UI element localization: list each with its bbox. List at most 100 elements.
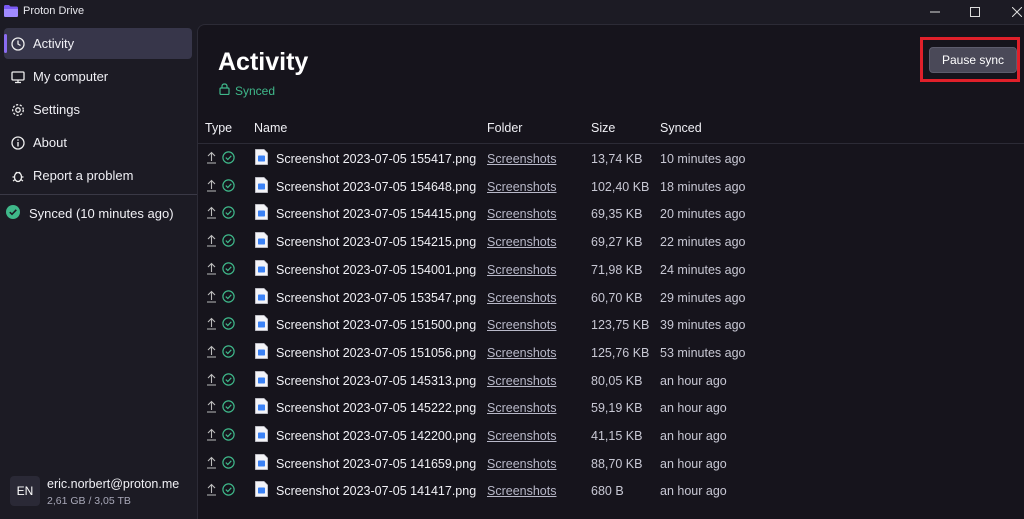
folder-link[interactable]: Screenshots xyxy=(487,207,556,221)
sidebar-item-about[interactable]: About xyxy=(4,127,192,158)
lock-icon xyxy=(219,83,230,98)
sidebar-item-report-problem[interactable]: Report a problem xyxy=(4,160,192,191)
folder-link[interactable]: Screenshots xyxy=(487,484,556,498)
sidebar: Activity My computer Settings About Repo… xyxy=(0,24,197,519)
table-row[interactable]: Screenshot 2023-07-05 151500.png Screensh… xyxy=(198,312,1024,340)
close-button[interactable] xyxy=(994,0,1024,24)
file-name: Screenshot 2023-07-05 154215.png xyxy=(276,235,477,250)
sidebar-item-label: My computer xyxy=(33,69,109,84)
synced-status: Synced xyxy=(219,83,275,98)
table-row[interactable]: Screenshot 2023-07-05 142200.png Screensh… xyxy=(198,423,1024,451)
sidebar-item-settings[interactable]: Settings xyxy=(4,94,192,125)
table-row[interactable]: Screenshot 2023-07-05 154648.png Screensh… xyxy=(198,174,1024,202)
upload-arrow-icon xyxy=(206,483,217,499)
check-circle-icon xyxy=(222,262,235,278)
folder-link[interactable]: Screenshots xyxy=(487,374,556,388)
minimize-icon xyxy=(930,11,940,13)
column-header-size[interactable]: Size xyxy=(591,121,615,135)
folder-link[interactable]: Screenshots xyxy=(487,152,556,166)
synced-time: 22 minutes ago xyxy=(660,235,746,250)
synced-time: an hour ago xyxy=(660,401,727,416)
file-size: 60,70 KB xyxy=(591,290,643,305)
file-size: 13,74 KB xyxy=(591,152,643,166)
sync-status: Synced (10 minutes ago) xyxy=(6,205,174,222)
image-file-icon xyxy=(255,342,268,362)
folder-link[interactable]: Screenshots xyxy=(487,318,556,332)
upload-arrow-icon xyxy=(206,373,217,389)
check-circle-icon xyxy=(222,400,235,416)
sidebar-item-my-computer[interactable]: My computer xyxy=(4,61,192,92)
image-file-icon xyxy=(255,232,268,251)
sidebar-item-label: Activity xyxy=(33,36,75,51)
column-header-folder[interactable]: Folder xyxy=(487,121,522,135)
table-row[interactable]: Screenshot 2023-07-05 141659.png Screensh… xyxy=(198,451,1024,479)
file-size: 680 B xyxy=(591,484,624,499)
folder-link[interactable]: Screenshots xyxy=(487,263,556,277)
file-size: 88,70 KB xyxy=(591,456,643,471)
maximize-button[interactable] xyxy=(952,0,998,24)
folder-link[interactable]: Screenshots xyxy=(487,429,556,443)
file-size: 123,75 KB xyxy=(591,318,650,333)
check-circle-icon xyxy=(222,428,235,444)
sidebar-divider xyxy=(0,194,197,195)
column-header-name[interactable]: Name xyxy=(254,121,287,135)
synced-time: 29 minutes ago xyxy=(660,290,746,305)
image-file-icon xyxy=(255,315,268,334)
title-bar: Proton Drive xyxy=(0,0,1024,24)
upload-arrow-icon xyxy=(206,206,217,222)
clock-icon xyxy=(11,36,25,51)
file-name: Screenshot 2023-07-05 154415.png xyxy=(276,207,477,222)
image-file-icon xyxy=(255,453,268,473)
file-size: 102,40 KB xyxy=(591,179,650,194)
sidebar-item-activity[interactable]: Activity xyxy=(4,28,192,59)
folder-link[interactable]: Screenshots xyxy=(487,401,556,415)
file-name: Screenshot 2023-07-05 151056.png xyxy=(276,345,477,360)
table-row[interactable]: Screenshot 2023-07-05 151056.png Screensh… xyxy=(198,340,1024,368)
folder-link[interactable]: Screenshots xyxy=(487,457,556,471)
file-name: Screenshot 2023-07-05 155417.png xyxy=(276,152,477,166)
sidebar-item-label: Settings xyxy=(33,102,80,117)
file-name: Screenshot 2023-07-05 141659.png xyxy=(276,456,477,471)
close-icon xyxy=(1012,7,1022,17)
table-row[interactable]: Screenshot 2023-07-05 154215.png Screensh… xyxy=(198,229,1024,257)
synced-time: 24 minutes ago xyxy=(660,262,746,277)
check-circle-icon xyxy=(6,205,20,222)
pause-sync-button[interactable]: Pause sync xyxy=(929,47,1017,73)
folder-link[interactable]: Screenshots xyxy=(487,180,556,194)
synced-time: 39 minutes ago xyxy=(660,318,746,333)
check-circle-icon xyxy=(222,206,235,222)
table-row[interactable]: Screenshot 2023-07-05 145313.png Screensh… xyxy=(198,368,1024,396)
check-circle-icon xyxy=(222,178,235,195)
table-row[interactable]: Screenshot 2023-07-05 154001.png Screensh… xyxy=(198,257,1024,285)
column-header-type[interactable]: Type xyxy=(205,121,232,135)
account-email: eric.norbert@proton.me xyxy=(47,477,180,491)
synced-time: an hour ago xyxy=(660,456,727,471)
account-menu[interactable]: EN eric.norbert@proton.me 2,61 GB / 3,05… xyxy=(10,476,195,510)
table-row[interactable]: Screenshot 2023-07-05 155417.png Screensh… xyxy=(198,146,1024,174)
file-name: Screenshot 2023-07-05 145313.png xyxy=(276,373,477,388)
table-row[interactable]: Screenshot 2023-07-05 145222.png Screensh… xyxy=(198,395,1024,423)
check-circle-icon xyxy=(222,151,235,167)
check-circle-icon xyxy=(222,372,235,389)
check-circle-icon xyxy=(222,289,235,306)
table-row[interactable]: Screenshot 2023-07-05 141417.png Screensh… xyxy=(198,478,1024,506)
sync-status-label: Synced (10 minutes ago) xyxy=(29,206,174,221)
upload-arrow-icon xyxy=(206,428,217,444)
synced-status-label: Synced xyxy=(235,83,276,98)
synced-time: an hour ago xyxy=(660,484,727,499)
folder-link[interactable]: Screenshots xyxy=(487,235,556,249)
sidebar-item-label: About xyxy=(33,135,67,150)
file-name: Screenshot 2023-07-05 153547.png xyxy=(276,290,477,305)
check-circle-icon xyxy=(222,345,235,361)
folder-link[interactable]: Screenshots xyxy=(487,346,556,360)
image-file-icon xyxy=(255,370,268,390)
proton-drive-logo-icon xyxy=(4,5,18,17)
upload-arrow-icon xyxy=(206,179,217,195)
upload-arrow-icon xyxy=(206,317,217,333)
folder-link[interactable]: Screenshots xyxy=(487,291,556,305)
table-row[interactable]: Screenshot 2023-07-05 154415.png Screensh… xyxy=(198,201,1024,229)
table-row[interactable]: Screenshot 2023-07-05 153547.png Screensh… xyxy=(198,285,1024,313)
check-circle-icon xyxy=(222,483,235,499)
column-header-synced[interactable]: Synced xyxy=(660,121,702,135)
file-size: 69,35 KB xyxy=(591,207,643,222)
